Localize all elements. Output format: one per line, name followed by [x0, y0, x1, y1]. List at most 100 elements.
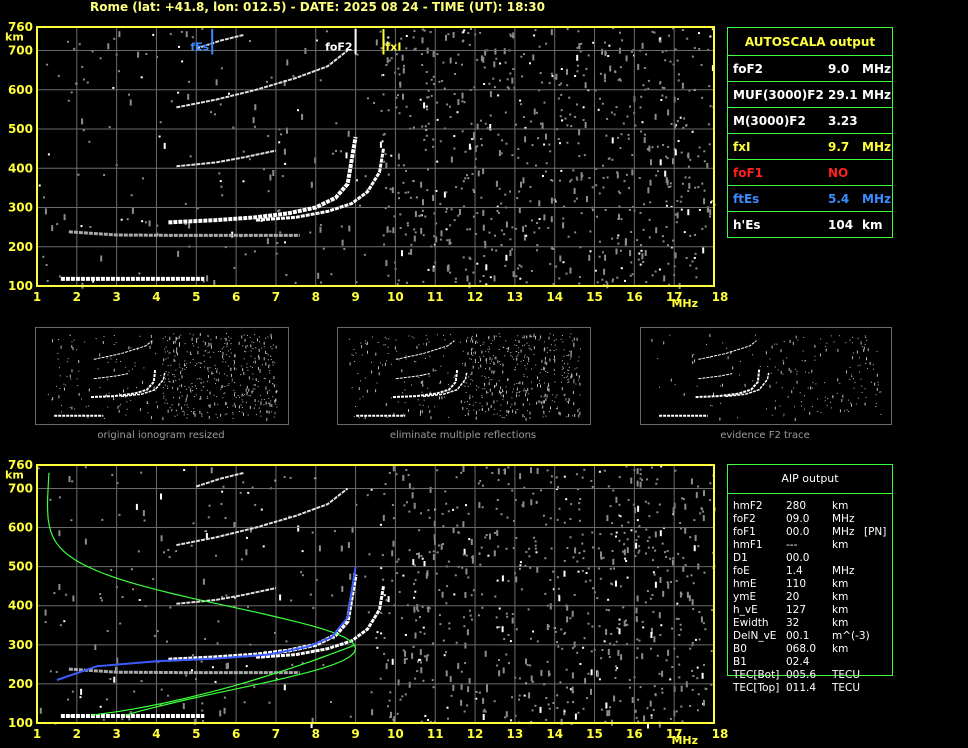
thumb-noise	[210, 343, 212, 346]
thumb-noise	[361, 345, 363, 349]
aip-unit: MHz	[832, 565, 855, 577]
thumb-noise	[175, 409, 177, 411]
thumb-noise	[171, 409, 173, 411]
thumb-noise	[177, 338, 179, 339]
thumb-noise	[164, 378, 166, 380]
thumb-noise	[131, 368, 133, 370]
thumb-noise	[525, 417, 527, 421]
thumb-noise	[427, 406, 429, 408]
thumb-noise	[470, 340, 472, 342]
autoscala-param-unit: MHz	[862, 62, 891, 76]
thumb-noise	[568, 369, 570, 371]
thumb-noise	[211, 345, 212, 349]
multiple-reflection-trace	[176, 587, 277, 605]
y-tick-label: 600	[8, 83, 33, 97]
thumb-noise	[385, 403, 387, 406]
thumb-noise	[771, 414, 773, 416]
thumb-noise	[246, 363, 248, 365]
thumb-noise	[804, 360, 806, 362]
thumb-noise	[65, 384, 67, 386]
thumb-noise	[568, 400, 570, 404]
thumb-noise	[143, 367, 145, 369]
thumb-noise	[418, 376, 420, 378]
thumb-noise	[542, 400, 544, 404]
autoscala-param-label: M(3000)F2	[733, 114, 806, 128]
thumb-noise	[579, 394, 581, 396]
second-hop-trace	[176, 487, 349, 547]
thumb-noise	[172, 387, 174, 389]
y-tick-label: 400	[8, 161, 33, 175]
thumb-trace	[395, 340, 455, 360]
thumb-noise	[569, 358, 571, 360]
thumb-noise	[494, 385, 495, 388]
thumb-noise	[502, 370, 504, 374]
thumb-noise	[181, 369, 183, 371]
thumb-noise	[514, 366, 516, 368]
thumb-noise	[520, 349, 522, 353]
thumb-noise	[192, 359, 194, 360]
x-tick-label: 7	[272, 290, 280, 304]
thumb-noise	[485, 350, 487, 352]
thumb-noise	[116, 358, 117, 360]
thumb-noise	[557, 408, 558, 410]
thumb-noise	[191, 386, 193, 388]
thumb-noise	[561, 360, 563, 362]
thumb-noise	[378, 372, 380, 376]
thumb-noise	[815, 383, 817, 385]
thumb-noise	[251, 341, 253, 343]
thumb-noise	[174, 355, 176, 357]
thumb-noise	[245, 345, 247, 349]
autoscala-param-label: fxI	[733, 140, 751, 154]
thumb-noise	[851, 342, 853, 344]
thumb-noise	[212, 373, 214, 375]
thumb-noise	[58, 395, 60, 399]
y-tick-label: 200	[8, 677, 33, 691]
autoscala-row: foF2 9.0 MHz	[728, 55, 892, 82]
thumb-noise	[569, 336, 571, 338]
thumb-trace	[698, 373, 733, 380]
thumb-noise	[483, 341, 485, 343]
thumb-noise	[224, 343, 226, 344]
thumb-noise	[222, 385, 224, 387]
thumb-noise	[51, 399, 53, 401]
thumb-noise	[240, 374, 242, 376]
thumb-noise	[349, 362, 351, 366]
thumb-noise	[258, 354, 260, 358]
thumb-noise	[859, 364, 861, 366]
thumb-noise	[414, 360, 415, 362]
thumbnail-caption-original: original ionogram resized	[97, 430, 225, 441]
thumb-noise	[194, 411, 196, 412]
thumb-noise	[683, 393, 685, 396]
thumb-noise	[233, 364, 235, 366]
x-tick-label: 4	[152, 290, 160, 304]
thumb-noise	[520, 361, 522, 363]
x-tick-label: 11	[427, 727, 444, 741]
thumb-noise	[846, 409, 848, 411]
thumb-noise	[546, 394, 548, 398]
thumb-noise	[481, 395, 483, 397]
thumb-noise	[440, 380, 442, 384]
thumb-noise	[562, 366, 564, 368]
thumb-noise	[233, 389, 235, 391]
thumb-noise	[200, 396, 202, 400]
thumb-noise	[245, 388, 247, 392]
thumb-noise	[173, 341, 174, 345]
thumb-noise	[529, 403, 531, 405]
thumb-noise	[864, 344, 866, 346]
thumb-noise	[76, 378, 78, 380]
thumb-noise	[260, 401, 262, 405]
thumb-noise	[469, 358, 471, 360]
thumb-noise	[774, 343, 776, 345]
y-tick-label: 300	[8, 638, 33, 652]
thumb-noise	[827, 398, 829, 400]
thumb-noise	[250, 355, 252, 357]
thumb-noise	[352, 355, 354, 356]
thumb-noise	[506, 411, 508, 412]
thumb-noise	[722, 383, 723, 387]
thumb-noise	[163, 381, 165, 383]
aip-value: 011.4	[786, 682, 817, 694]
aip-extra: [PN]	[864, 526, 887, 538]
thumb-trace	[725, 372, 770, 398]
thumb-noise	[787, 396, 789, 398]
thumb-noise	[270, 346, 272, 348]
